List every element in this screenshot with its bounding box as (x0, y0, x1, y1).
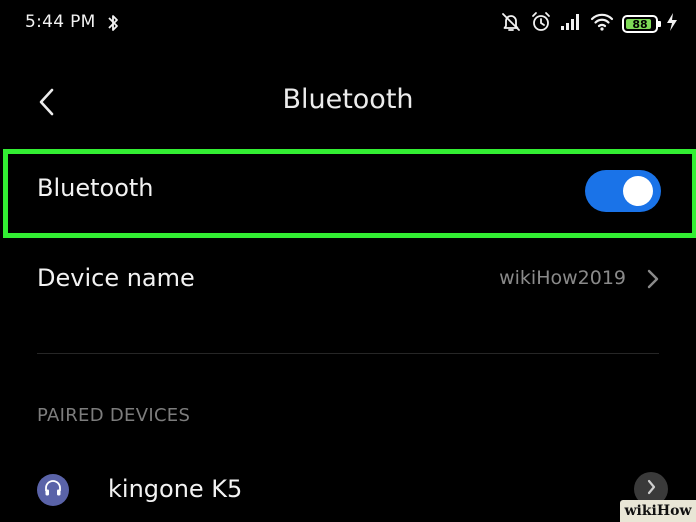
header: Bluetooth (0, 70, 696, 134)
device-name-label: Device name (37, 264, 195, 292)
paired-device-row[interactable]: kingone K5 (0, 460, 696, 522)
wifi-icon (590, 13, 614, 35)
signal-icon (560, 13, 582, 35)
alarm-icon (530, 11, 552, 37)
device-name-value: wikiHow2019 (499, 267, 626, 289)
mute-bell-icon (500, 11, 522, 37)
page-title: Bluetooth (282, 84, 414, 115)
bluetooth-toggle[interactable] (585, 170, 661, 212)
charging-icon (666, 12, 678, 36)
wikihow-watermark: wikiHow (620, 500, 696, 522)
toggle-knob (623, 176, 653, 206)
paired-device-name: kingone K5 (108, 475, 243, 503)
battery-level: 88 (632, 17, 648, 31)
divider (37, 353, 659, 354)
headphones-icon (43, 478, 63, 502)
device-name-row[interactable]: Device name wikiHow2019 (0, 240, 696, 318)
battery-tip (658, 21, 661, 27)
bluetooth-toggle-label: Bluetooth (37, 174, 154, 202)
status-icons: 88 (500, 12, 678, 36)
status-time: 5:44 PM (25, 12, 96, 32)
battery-icon: 88 (622, 15, 661, 33)
bluetooth-icon (107, 13, 119, 37)
chevron-right-icon (646, 268, 660, 294)
status-bar: 5:44 PM 88 (0, 0, 696, 48)
device-avatar (37, 474, 69, 506)
bluetooth-toggle-row[interactable]: Bluetooth (0, 146, 696, 238)
chevron-right-icon (645, 478, 657, 500)
paired-devices-header: PAIRED DEVICES (37, 405, 191, 426)
